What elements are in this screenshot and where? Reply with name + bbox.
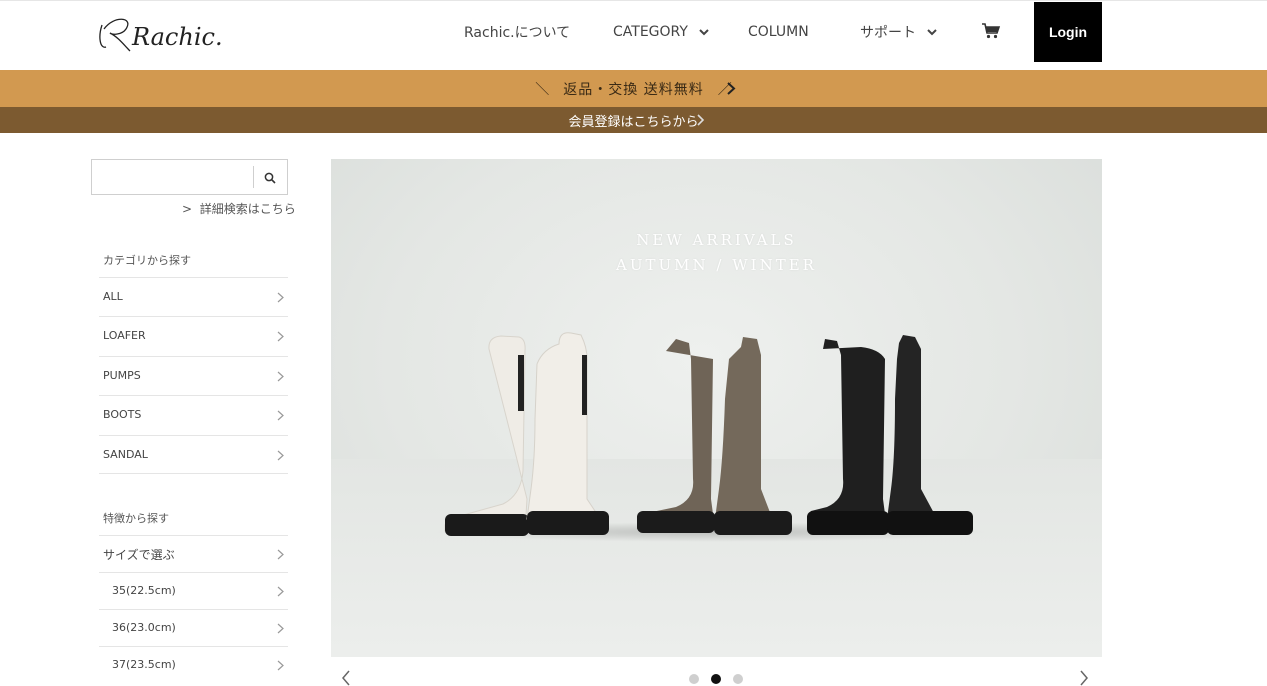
advanced-search-label: 詳細検索はこちら bbox=[199, 202, 296, 216]
boots-image bbox=[444, 332, 973, 536]
chevron-right-icon bbox=[727, 82, 736, 95]
category-item-pumps[interactable]: PUMPS bbox=[99, 355, 288, 395]
carousel-prev-arrow-icon[interactable] bbox=[340, 670, 352, 686]
chevron-right-icon bbox=[277, 371, 284, 382]
search-divider bbox=[253, 166, 254, 188]
feature-heading: 特徴から探す bbox=[103, 512, 169, 525]
carousel-dot-2[interactable] bbox=[711, 674, 721, 684]
nav-column-label: COLUMN bbox=[748, 24, 809, 40]
chevron-right-icon bbox=[277, 292, 284, 303]
category-item-loafer[interactable]: LOAFER bbox=[99, 316, 288, 355]
carousel-next-arrow-icon[interactable] bbox=[1078, 670, 1090, 686]
chevron-right-icon bbox=[277, 549, 284, 560]
chevron-right-icon bbox=[277, 331, 284, 342]
chevron-right-icon bbox=[697, 114, 705, 126]
size-item-35[interactable]: 35(22.5cm) bbox=[99, 572, 288, 609]
hero-slide[interactable]: NEW ARRIVALS AUTUMN / WINTER bbox=[331, 159, 1102, 657]
size-item-36[interactable]: 36(23.0cm) bbox=[99, 609, 288, 646]
nav-category-label: CATEGORY bbox=[613, 24, 688, 40]
nav-category[interactable]: CATEGORY bbox=[613, 21, 710, 43]
search-input[interactable] bbox=[92, 160, 252, 194]
search-button[interactable] bbox=[258, 166, 282, 190]
rachic-logo[interactable]: Rachic. bbox=[96, 7, 246, 57]
chevron-right-icon bbox=[277, 660, 284, 671]
chevron-right-icon bbox=[277, 586, 284, 597]
black-boots bbox=[807, 335, 973, 535]
free-return-text: 返品・交換 送料無料 bbox=[563, 81, 704, 98]
size-item-label: 36(23.0cm) bbox=[112, 621, 176, 634]
chevron-right-icon: > bbox=[182, 202, 200, 216]
category-item-label: ALL bbox=[103, 290, 123, 303]
carousel-dot-3[interactable] bbox=[733, 674, 743, 684]
nav-about-label: Rachic.について bbox=[464, 25, 571, 41]
nav-support[interactable]: サポート bbox=[860, 21, 938, 43]
nav-column[interactable]: COLUMN bbox=[748, 21, 809, 43]
member-signup-text: 会員登録はこちらから bbox=[568, 114, 699, 130]
category-item-all[interactable]: ALL bbox=[99, 277, 288, 316]
login-button[interactable]: Login bbox=[1034, 2, 1102, 62]
nav-support-label: サポート bbox=[860, 25, 916, 41]
size-list: サイズで選ぶ 35(22.5cm) 36(23.0cm) 37(23.5cm) bbox=[99, 535, 288, 683]
size-item-label: 37(23.5cm) bbox=[112, 658, 176, 671]
size-item-label: 35(22.5cm) bbox=[112, 584, 176, 597]
cart-icon[interactable] bbox=[981, 22, 1001, 40]
chevron-down-icon bbox=[927, 29, 937, 36]
size-item-37[interactable]: 37(23.5cm) bbox=[99, 646, 288, 683]
size-select-label: サイズで選ぶ bbox=[103, 548, 175, 562]
white-boots bbox=[444, 332, 609, 536]
category-item-label: SANDAL bbox=[103, 447, 148, 461]
size-select-item[interactable]: サイズで選ぶ bbox=[99, 535, 288, 572]
member-signup-banner[interactable]: 会員登録はこちらから bbox=[0, 107, 1267, 133]
logo-text: Rachic. bbox=[131, 23, 223, 51]
category-item-label: BOOTS bbox=[103, 408, 142, 422]
category-list: ALL LOAFER PUMPS BOOTS SANDAL bbox=[99, 277, 288, 474]
banner-deco-left: ＼ bbox=[535, 81, 550, 98]
category-heading: カテゴリから探す bbox=[103, 254, 191, 267]
category-item-label: LOAFER bbox=[103, 329, 146, 343]
chevron-right-icon bbox=[277, 410, 284, 421]
site-header: Rachic. Rachic.について CATEGORY COLUMN サポート… bbox=[0, 0, 1267, 70]
chevron-right-icon bbox=[277, 623, 284, 634]
category-item-label: PUMPS bbox=[103, 368, 141, 382]
category-item-sandal[interactable]: SANDAL bbox=[99, 434, 288, 474]
chevron-right-icon bbox=[277, 450, 284, 461]
brown-boots bbox=[637, 337, 792, 535]
category-item-boots[interactable]: BOOTS bbox=[99, 395, 288, 434]
advanced-search-link[interactable]: > 詳細検索はこちら bbox=[182, 200, 296, 217]
search-icon bbox=[264, 172, 276, 184]
nav-about[interactable]: Rachic.について bbox=[464, 21, 570, 43]
chevron-down-icon bbox=[699, 29, 709, 36]
carousel-dot-1[interactable] bbox=[689, 674, 699, 684]
search-box bbox=[91, 159, 288, 195]
free-return-banner[interactable]: ＼ 返品・交換 送料無料 ／ bbox=[0, 70, 1267, 107]
